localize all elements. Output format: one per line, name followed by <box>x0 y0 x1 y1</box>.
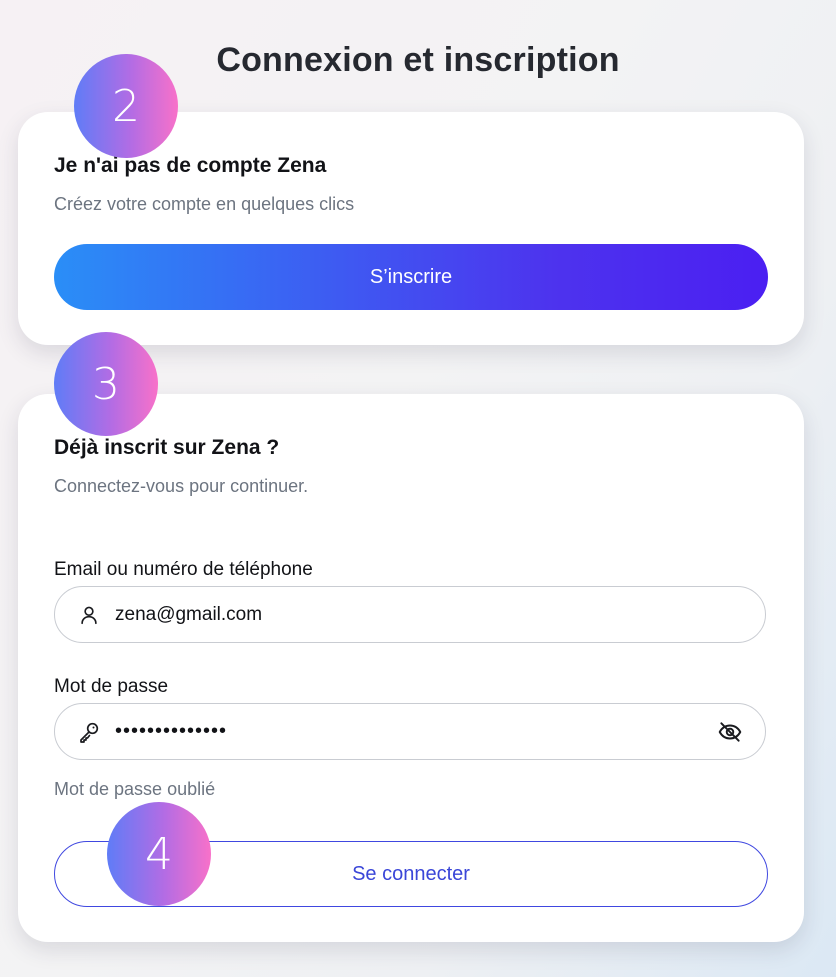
email-field[interactable] <box>54 586 766 643</box>
password-field[interactable] <box>54 703 766 760</box>
signup-subtitle: Créez votre compte en quelques clics <box>54 194 355 214</box>
step-badge-2: 2 <box>74 54 178 158</box>
email-label: Email ou numéro de téléphone <box>54 559 313 580</box>
password-label: Mot de passe <box>54 676 169 697</box>
step-badge-3: 3 <box>54 332 158 436</box>
key-icon <box>77 720 101 744</box>
forgot-password-link[interactable]: Mot de passe oublié <box>54 779 215 800</box>
signup-button[interactable]: S’inscrire <box>54 244 768 310</box>
signup-title: Je n'ai pas de compte Zena <box>54 154 327 177</box>
step-badge-4: 4 <box>107 802 211 906</box>
password-input[interactable] <box>115 720 715 743</box>
login-title: Déjà inscrit sur Zena ? <box>54 436 280 459</box>
eye-off-icon[interactable] <box>715 717 745 747</box>
login-subtitle: Connectez-vous pour continuer. <box>54 476 309 496</box>
user-icon <box>77 603 101 627</box>
email-input[interactable] <box>115 603 765 626</box>
